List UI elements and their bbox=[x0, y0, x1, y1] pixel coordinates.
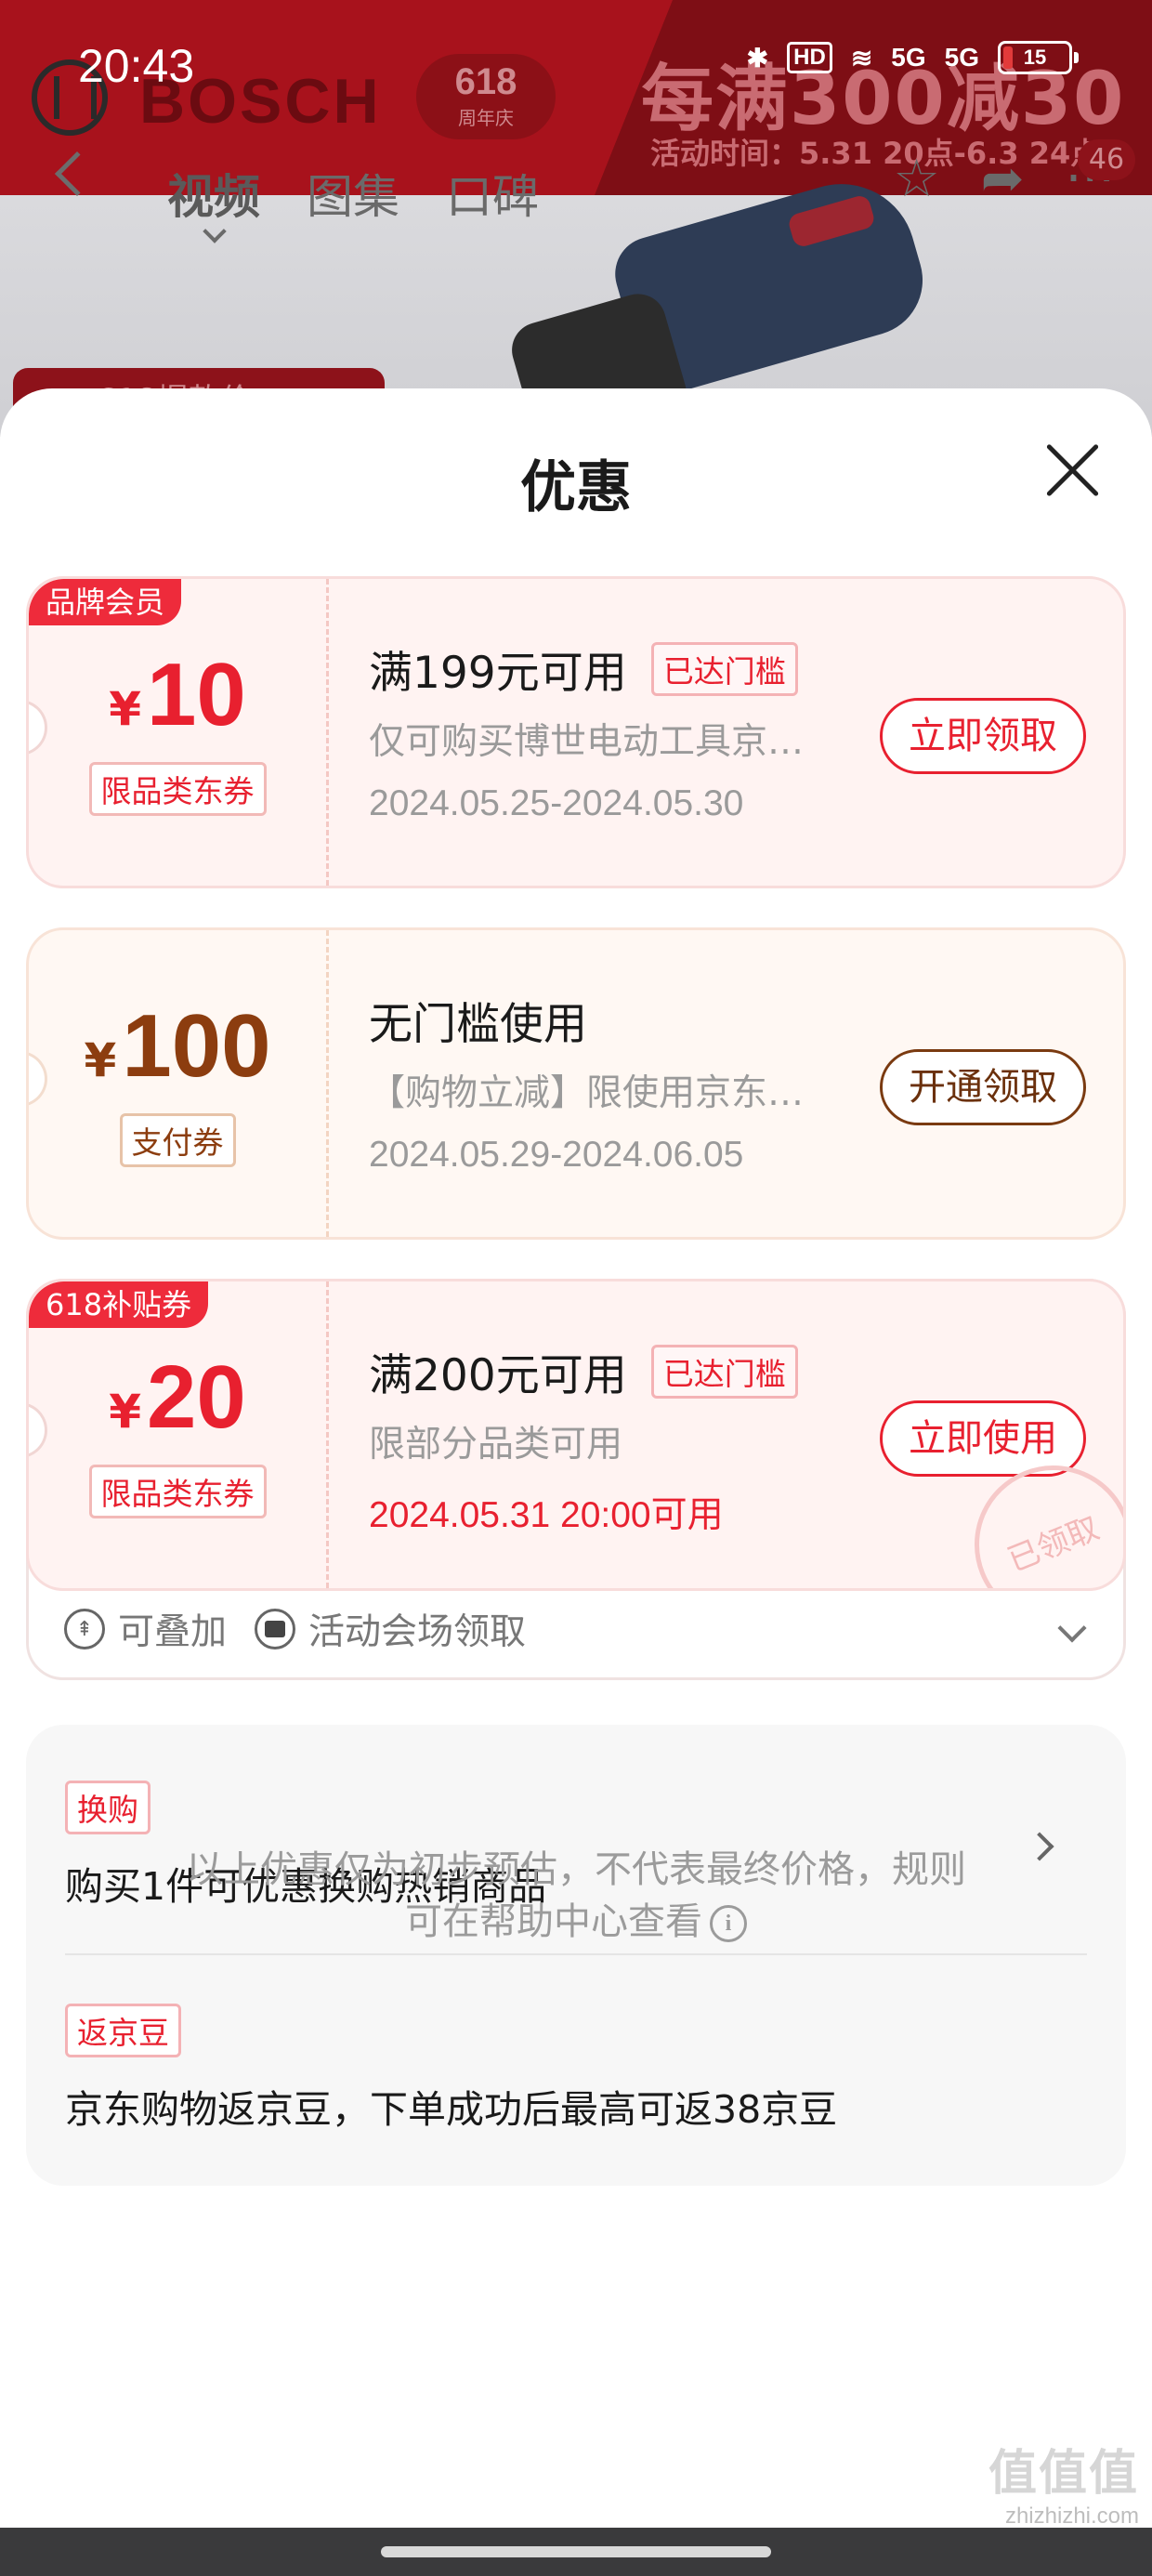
coupon-validity: 2024.05.29-2024.06.05 bbox=[369, 1135, 744, 1175]
claim-button[interactable]: 立即领取 bbox=[880, 698, 1086, 774]
coupon-amount: 10 bbox=[147, 645, 246, 744]
stackable-label: 可叠加 bbox=[118, 1611, 228, 1653]
coupon-description: 仅可购买博世电动工具京东自营旗舰店部分商品 bbox=[369, 721, 824, 763]
coupon-value: ¥ 20 限品类东券 bbox=[29, 1281, 326, 1588]
venue-icon bbox=[255, 1609, 296, 1649]
threshold-reached-badge: 已达门槛 bbox=[650, 1344, 798, 1399]
close-icon[interactable] bbox=[1042, 440, 1102, 500]
tab-gallery[interactable]: 图集 bbox=[307, 160, 399, 227]
coupon-condition: 满199元可用 bbox=[369, 648, 627, 699]
signal-5g-icon: 5G bbox=[944, 43, 979, 72]
threshold-reached-badge: 已达门槛 bbox=[650, 641, 798, 696]
sheet-title: 优惠 bbox=[520, 455, 632, 520]
disclaimer-line1: 以上优惠仅为初步预估，不代表最终价格，规则 bbox=[186, 1848, 966, 1891]
bluetooth-icon: ✱ bbox=[746, 43, 769, 72]
hd-icon: HD bbox=[787, 42, 832, 73]
coupon-type: 限品类东券 bbox=[88, 1465, 267, 1518]
activate-claim-button[interactable]: 开通领取 bbox=[880, 1049, 1086, 1125]
coupon-card: 618补贴券 ¥ 20 限品类东券 满200元可用 已达门槛 限部分品类可用 2… bbox=[26, 1279, 1126, 1591]
home-gesture-handle[interactable] bbox=[381, 2546, 771, 2557]
perk-label: 换购 bbox=[65, 1781, 151, 1834]
coupon-type: 支付券 bbox=[119, 1113, 236, 1167]
coupon-card: ¥ 100 支付券 无门槛使用 【购物立减】限使用京东支付 2024.05.29… bbox=[26, 927, 1126, 1240]
perk-text: 京东购物返京豆，下单成功后最高可返38京豆 bbox=[65, 2087, 838, 2132]
coupon-value: ¥ 10 限品类东券 bbox=[29, 579, 326, 886]
wifi-icon: ≋ bbox=[850, 43, 873, 72]
disclaimer: 以上优惠仅为初步预估，不代表最终价格，规则 可在帮助中心查看 i bbox=[111, 1844, 1041, 1948]
anniversary-badge-sub: 周年庆 bbox=[458, 109, 514, 129]
share-icon[interactable]: ➦ bbox=[981, 149, 1025, 209]
coupon-value: ¥ 100 支付券 bbox=[29, 930, 326, 1237]
coupon-footer: ⇞ 可叠加 活动会场领取 bbox=[64, 1603, 526, 1655]
media-tabs: 视频 图集 口碑 bbox=[167, 160, 539, 227]
watermark: 值值值 zhizhizhi.com bbox=[988, 2434, 1139, 2530]
stackable-icon: ⇞ bbox=[64, 1609, 105, 1649]
currency-symbol: ¥ bbox=[109, 682, 141, 736]
currency-symbol: ¥ bbox=[109, 1385, 141, 1439]
tab-reviews[interactable]: 口碑 bbox=[446, 160, 539, 227]
status-time: 20:43 bbox=[78, 40, 195, 92]
coupon-amount: 100 bbox=[122, 996, 271, 1096]
coupon-condition: 满200元可用 bbox=[369, 1350, 627, 1401]
tab-video[interactable]: 视频 bbox=[167, 160, 260, 227]
coupon-validity: 2024.05.31 20:00可用 bbox=[369, 1495, 724, 1535]
coupon-type: 限品类东券 bbox=[88, 762, 267, 816]
status-icons: ✱ HD ≋ 5G 5G 15 bbox=[746, 41, 1079, 74]
anniversary-badge-number: 618 bbox=[454, 61, 517, 102]
coupon-description: 【购物立减】限使用京东支付 bbox=[369, 1072, 824, 1114]
info-icon[interactable]: i bbox=[710, 1905, 747, 1942]
cart-count-badge: 46 bbox=[1078, 139, 1135, 180]
coupon-card: 品牌会员 ¥ 10 限品类东券 满199元可用 已达门槛 仅可购买博世电动工具京… bbox=[26, 576, 1126, 888]
watermark-url: zhizhizhi.com bbox=[1004, 2504, 1139, 2529]
coupon-amount: 20 bbox=[147, 1347, 246, 1447]
perks-panel: 换购 购买1件可优惠换购热销商品 返京豆 京东购物返京豆，下单成功后最高可返38… bbox=[26, 1725, 1126, 2186]
venue-label: 活动会场领取 bbox=[308, 1611, 527, 1653]
disclaimer-line2: 可在帮助中心查看 bbox=[405, 1900, 702, 1943]
favorite-star-icon[interactable]: ☆ bbox=[893, 149, 939, 209]
offers-sheet: 优惠 品牌会员 ¥ 10 限品类东券 满199元可用 已达门槛 仅可购买博世电动… bbox=[0, 388, 1152, 2576]
perk-label: 返京豆 bbox=[65, 2004, 181, 2057]
perk-jingdou: 返京豆 京东购物返京豆，下单成功后最高可返38京豆 bbox=[65, 2004, 1087, 2134]
currency-symbol: ¥ bbox=[84, 1033, 117, 1087]
divider bbox=[65, 1953, 1087, 1955]
coupon-card-with-footer: 618补贴券 ¥ 20 限品类东券 满200元可用 已达门槛 限部分品类可用 2… bbox=[26, 1279, 1126, 1680]
battery-icon: 15 bbox=[998, 41, 1079, 74]
product-page-background: BOSCH 618 周年庆 每满300减30 活动时间：5.31 20点-6.3… bbox=[0, 0, 1152, 437]
coupon-validity: 2024.05.25-2024.05.30 bbox=[369, 783, 744, 823]
watermark-logo: 值值值 bbox=[988, 2447, 1139, 2501]
coupon-condition: 无门槛使用 bbox=[369, 999, 587, 1050]
anniversary-badge: 618 周年庆 bbox=[416, 54, 556, 139]
coupon-description: 限部分品类可用 bbox=[369, 1424, 623, 1465]
battery-level: 15 bbox=[1023, 46, 1047, 69]
chevron-down-icon[interactable] bbox=[1057, 1613, 1087, 1643]
signal-5g-icon: 5G bbox=[891, 43, 926, 72]
